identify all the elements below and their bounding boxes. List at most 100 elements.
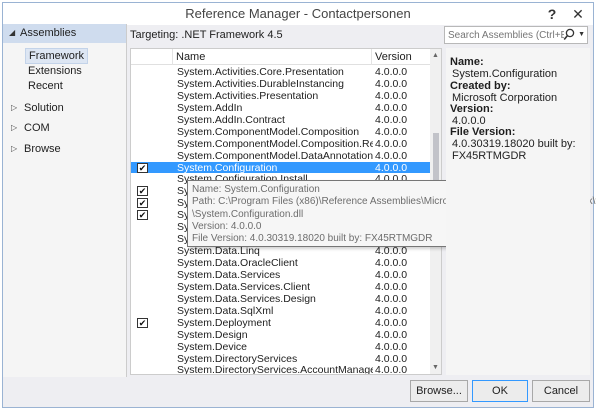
assembly-row[interactable]: System.Data.SqlXml 4.0.0.0 [131,305,430,317]
cancel-button[interactable]: Cancel [532,380,590,402]
assembly-name: System.Activities.Core.Presentation [177,66,344,78]
assembly-version: 4.0.0.0 [375,364,408,375]
ok-button[interactable]: OK [472,380,528,402]
assembly-version: 4.0.0.0 [375,66,408,78]
expand-triangle-icon: ▷ [11,103,18,112]
assembly-version: 4.0.0.0 [375,257,408,269]
assembly-row[interactable]: System.Activities.DurableInstancing 4.0.0… [131,78,430,90]
search-dropdown-icon[interactable]: ▼ [578,31,585,38]
assembly-name: System.Deployment [177,316,271,329]
detail-file-version-build: FX45RTMGDR [452,150,527,162]
assembly-row[interactable]: System.AddIn 4.0.0.0 [131,102,430,114]
nav-group-label: COM [24,122,50,134]
assembly-name: System.Design [177,328,248,341]
assembly-version: 4.0.0.0 [375,280,408,293]
detail-name-value: System.Configuration [452,68,558,80]
nav-group-com[interactable]: ▷ COM [3,121,126,137]
assembly-version: 4.0.0.0 [375,340,408,353]
assembly-version: 4.0.0.0 [375,304,408,317]
assembly-name: System.Data.Services.Client [177,280,311,293]
assembly-version: 4.0.0.0 [375,316,408,329]
nav-group-browse[interactable]: ▷ Browse [3,142,126,158]
assembly-version: 4.0.0.0 [375,268,408,281]
assembly-name: System.Configuration [177,161,278,174]
scroll-down-icon[interactable]: ▼ [432,364,439,371]
assembly-name: System.Activities.DurableInstancing [177,77,344,90]
nav-item-framework[interactable]: Framework [25,48,89,64]
assembly-version: 4.0.0.0 [375,352,408,365]
scroll-up-icon[interactable]: ▲ [432,52,439,59]
assembly-name: System.Data.OracleClient [177,257,298,269]
assembly-name: System.AddIn [177,101,243,114]
assembly-row[interactable]: System.AddIn.Contract 4.0.0.0 [131,114,430,126]
assembly-version: 4.0.0.0 [375,149,408,162]
close-button[interactable]: ✕ [565,4,591,24]
nav-group-solution[interactable]: ▷ Solution [3,101,126,117]
nav-group-label: Browse [24,143,61,155]
search-input[interactable] [448,28,564,42]
window-title: Reference Manager - Contactpersonen [185,6,411,21]
collapse-triangle-icon: ◢ [9,28,16,37]
assembly-row[interactable]: System.Activities.Core.Presentation 4.0.0… [131,66,430,78]
assembly-row[interactable]: System.ComponentModel.Composition 4.0.0.0 [131,126,430,138]
assembly-name: System.Activities.Presentation [177,89,319,102]
column-header-version[interactable]: Version [375,51,412,63]
assembly-row[interactable]: System.Data.Services.Client 4.0.0.0 [131,281,430,293]
assembly-name: System.Data.Services.Design [177,292,316,305]
assembly-name: System.Device [177,340,248,353]
detail-name-label: Name: [450,56,484,68]
column-header-name[interactable]: Name [176,51,205,63]
assembly-version: 4.0.0.0 [375,292,408,305]
column-divider[interactable] [172,49,173,65]
column-divider[interactable] [371,49,372,65]
nav-group-label: Solution [24,102,64,114]
assembly-row[interactable]: System.Device 4.0.0.0 [131,341,430,353]
nav-item-extensions[interactable]: Extensions [25,64,85,78]
assembly-name: System.ComponentModel.Composition [177,125,360,138]
assembly-version: 4.0.0.0 [375,161,408,174]
assembly-version: 4.0.0.0 [375,113,408,126]
checkbox-checked-icon[interactable]: ✔ [137,317,148,328]
detail-file-version-label: File Version: [450,126,516,138]
search-icon[interactable] [563,28,575,42]
assembly-name: System.AddIn.Contract [177,113,285,126]
help-button[interactable]: ? [541,4,563,24]
checkbox-checked-icon[interactable]: ✔ [137,210,148,221]
assembly-row[interactable]: System.Design 4.0.0.0 [131,329,430,341]
assembly-row[interactable]: System.Data.OracleClient 4.0.0.0 [131,257,430,269]
assembly-row[interactable]: System.ComponentModel.Composition.Regist… [131,138,430,150]
checkbox-checked-icon[interactable]: ✔ [137,198,148,209]
list-header: Name Version [131,49,430,65]
expand-triangle-icon: ▷ [11,144,18,153]
assembly-row[interactable]: System.DirectoryServices.AccountManageme… [131,364,430,375]
assembly-version: 4.0.0.0 [375,137,408,150]
search-box[interactable]: ▼ [444,26,588,44]
assembly-name: System.ComponentModel.DataAnnotations [177,149,373,162]
assembly-name: System.DirectoryServices [177,352,298,365]
detail-file-version-value: 4.0.30319.18020 built by: [452,138,576,150]
title-bar: Reference Manager - Contactpersonen ? ✕ [3,3,593,25]
assembly-row[interactable]: System.ComponentModel.DataAnnotations 4.0… [131,150,430,162]
assembly-row[interactable]: System.DirectoryServices 4.0.0.0 [131,353,430,365]
nav-group-label: Assemblies [20,27,77,39]
detail-version-label: Version: [450,103,494,115]
assembly-row[interactable]: ✔ System.Configuration 4.0.0.0 [131,161,430,174]
assembly-version: 4.0.0.0 [375,77,408,90]
assembly-row[interactable]: ✔ System.Deployment 4.0.0.0 [131,317,430,329]
nav-item-recent[interactable]: Recent [25,79,66,93]
assembly-version: 4.0.0.0 [375,125,408,138]
detail-created-label: Created by: [450,80,511,92]
assembly-name: System.Data.Services [177,268,281,281]
nav-group-assemblies[interactable]: ◢ Assemblies [3,24,126,43]
assembly-row[interactable]: System.Data.Services.Design 4.0.0.0 [131,293,430,305]
assembly-version: 4.0.0.0 [375,89,408,102]
assembly-row[interactable]: System.Data.Services 4.0.0.0 [131,269,430,281]
details-panel: Name: System.Configuration Created by: M… [446,48,590,375]
checkbox-checked-icon[interactable]: ✔ [137,186,148,197]
assembly-version: 4.0.0.0 [375,101,408,114]
assembly-row[interactable]: System.Activities.Presentation 4.0.0.0 [131,90,430,102]
assembly-version: 4.0.0.0 [375,328,408,341]
assembly-name: System.DirectoryServices.AccountManageme… [177,364,373,375]
checkbox-checked-icon[interactable]: ✔ [137,162,148,173]
browse-button[interactable]: Browse... [410,380,468,402]
